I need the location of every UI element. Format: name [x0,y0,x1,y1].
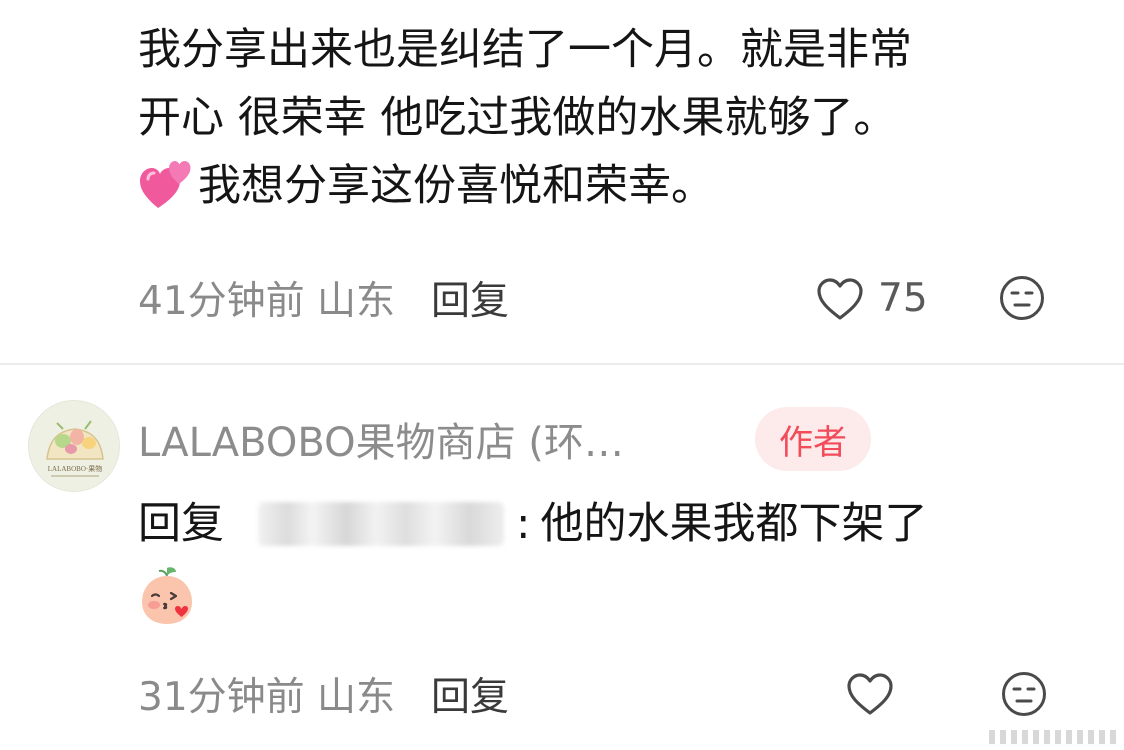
reply-button[interactable]: 回复 [431,270,509,326]
heart-outline-icon [847,673,893,715]
dislike-button[interactable] [998,274,1046,322]
neutral-face-icon [1000,276,1044,320]
reply-emoji-line [138,558,1098,626]
comment-line: 我分享出来也是纠结了一个月。就是非常 [138,25,912,75]
heart-outline-icon [817,277,863,320]
comment-line: 开心 很荣幸 他吃过我做的水果就够了。 [138,93,897,143]
reply-colon: : [516,499,531,549]
reply-line: 回复 : 他的水果我都下架了 [138,490,1098,558]
watermark-bars [989,730,1116,744]
comment-thread: 我分享出来也是纠结了一个月。就是非常 开心 很荣幸 他吃过我做的水果就够了。 我… [0,0,1124,750]
comment-line-text: 我想分享这份喜悦和荣幸。 [198,161,714,211]
comment-text: 我分享出来也是纠结了一个月。就是非常 开心 很荣幸 他吃过我做的水果就够了。 我… [138,16,1098,220]
reply-target-username[interactable] [258,502,504,546]
divider [0,363,1124,365]
timestamp-location: 31分钟前 山东 [138,675,396,720]
like-button[interactable]: 75 [816,276,928,321]
like-count: 75 [878,276,928,321]
comment-line-with-emoji: 我想分享这份喜悦和荣幸。 [138,152,1098,220]
author-badge: 作者 [755,407,871,471]
comment-meta: 41分钟前 山东 回复 75 [138,268,1058,328]
reply-content: 他的水果我都下架了 [540,499,928,549]
reply-prefix: 回复 [138,499,224,549]
author-name[interactable]: LALABOBO果物商店 (环… [138,410,624,468]
avatar[interactable]: LALABOBO·果物 [28,400,120,492]
svg-text:LALABOBO·果物: LALABOBO·果物 [48,464,102,473]
two-hearts-icon [140,161,191,208]
like-button[interactable] [846,672,894,716]
reply-text: 回复 : 他的水果我都下架了 [138,490,1098,626]
shop-logo-icon: LALABOBO·果物 [29,401,119,491]
dislike-button[interactable] [1000,670,1048,718]
reply-button[interactable]: 回复 [431,666,509,722]
peach-kiss-icon [142,567,192,624]
neutral-face-icon [1002,672,1046,716]
reply-meta: 31分钟前 山东 回复 [138,664,1058,724]
timestamp-location: 41分钟前 山东 [138,279,396,324]
